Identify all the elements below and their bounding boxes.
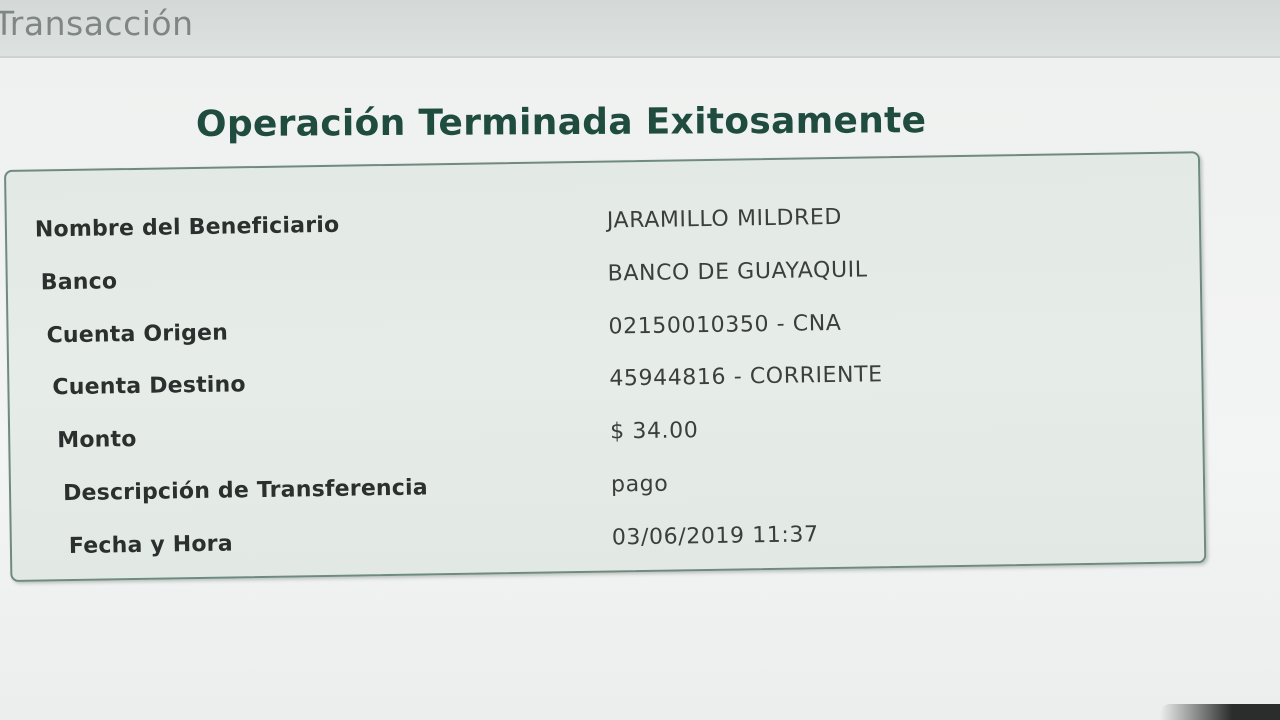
datetime-value: 03/06/2019 11:37 (611, 522, 819, 551)
detail-row-destination-account: Cuenta Destino 45944816 - CORRIENTE (52, 358, 1152, 405)
detail-row-datetime: Fecha y Hora 03/06/2019 11:37 (69, 517, 1169, 564)
amount-value: $ 34.00 (609, 418, 699, 445)
source-account-label: Cuenta Origen (46, 320, 229, 349)
header-bar: Transacción (0, 0, 1280, 58)
description-value: pago (610, 471, 669, 498)
detail-row-description: Descripción de Transferencia pago (63, 464, 1163, 511)
screen-bezel-corner (1160, 704, 1280, 720)
transaction-details-panel: Nombre del Beneficiario JARAMILLO MILDRE… (4, 151, 1207, 582)
success-message: Operación Terminada Exitosamente (195, 100, 927, 145)
bank-label: Banco (40, 269, 118, 296)
destination-account-label: Cuenta Destino (52, 372, 246, 401)
beneficiary-value: JARAMILLO MILDRED (606, 204, 843, 234)
description-label: Descripción de Transferencia (62, 475, 429, 507)
datetime-label: Fecha y Hora (68, 531, 233, 560)
detail-row-source-account: Cuenta Origen 02150010350 - CNA (46, 306, 1146, 353)
page-title: Transacción (0, 4, 194, 43)
amount-label: Monto (57, 426, 137, 454)
detail-row-amount: Monto $ 34.00 (57, 411, 1157, 458)
beneficiary-label: Nombre del Beneficiario (34, 212, 340, 243)
destination-account-value: 45944816 - CORRIENTE (609, 362, 883, 392)
detail-row-beneficiary: Nombre del Beneficiario JARAMILLO MILDRE… (35, 200, 1135, 247)
detail-row-bank: Banco BANCO DE GUAYAQUIL (41, 253, 1141, 300)
bank-value: BANCO DE GUAYAQUIL (607, 257, 868, 287)
source-account-value: 02150010350 - CNA (608, 310, 842, 340)
